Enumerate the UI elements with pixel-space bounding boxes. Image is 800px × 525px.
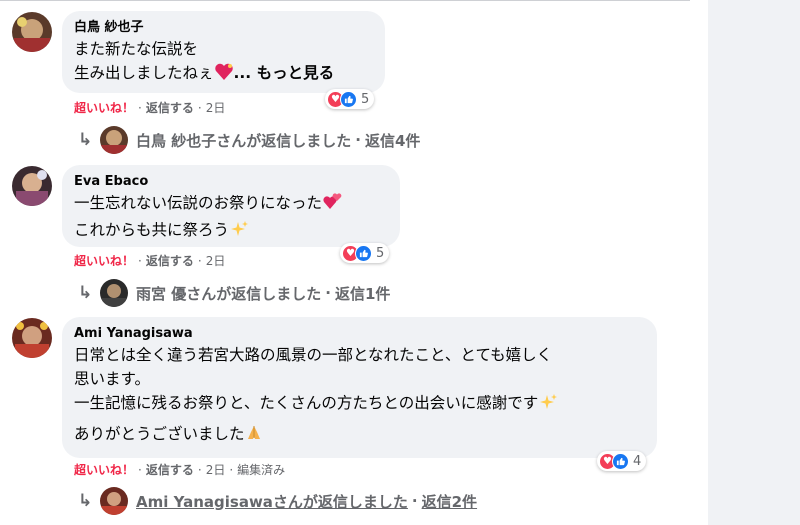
comment-text-line: 思います。 [74, 370, 150, 388]
reply-summary-text[interactable]: Ami Yanagisawaさんが返信しました [136, 491, 408, 512]
two-hearts-icon [322, 193, 342, 218]
sparkling-heart-icon [214, 63, 234, 88]
comment-bubble: Eva Ebaco 一生忘れない伝説のお祭りになった これからも共に祭ろう [62, 165, 400, 247]
reply-button[interactable]: 返信する [146, 462, 194, 478]
comment-actions: 超いいね！ · 返信する · 2日 [74, 100, 226, 116]
reaction-count: 4 [633, 453, 642, 469]
reply-summary[interactable]: ↳ 雨宮 優さんが返信しました · 返信1件 [78, 279, 390, 307]
super-like-button[interactable]: 超いいね！ [74, 462, 134, 478]
comment-author[interactable]: Eva Ebaco [74, 173, 388, 191]
avatar[interactable] [12, 166, 52, 206]
avatar [100, 279, 128, 307]
comment-text-line: また新たな伝説を [74, 40, 199, 58]
comment-text-line: 日常とは全く違う若宮大路の風景の一部となれたこと、とても嬉しく [74, 346, 553, 364]
avatar[interactable] [12, 12, 52, 52]
edited-label: 編集済み [237, 463, 286, 477]
reply-summary[interactable]: ↳ Ami Yanagisawaさんが返信しました · 返信2件 [78, 487, 477, 515]
avatar [100, 487, 128, 515]
super-like-button[interactable]: 超いいね！ [74, 253, 134, 269]
comment-text-line: 一生忘れない伝説のお祭りになった [74, 194, 323, 212]
like-reaction-icon [340, 90, 357, 108]
see-more-link[interactable]: ... もっと見る [234, 64, 335, 82]
reply-count[interactable]: 返信4件 [365, 130, 420, 151]
super-like-button[interactable]: 超いいね！ [74, 100, 134, 116]
reply-summary-text[interactable]: 白鳥 紗也子さんが返信しました [136, 130, 351, 151]
reply-arrow-icon: ↳ [78, 491, 93, 511]
reply-arrow-icon: ↳ [78, 283, 93, 303]
comment-actions: 超いいね！ · 返信する · 2日 [74, 253, 226, 269]
comment-time[interactable]: 2日 [206, 100, 226, 116]
folded-hands-icon [245, 424, 263, 449]
comment-text-line: ありがとうございました [74, 425, 245, 443]
comment-actions: 超いいね！ · 返信する · 2日 · 編集済み [74, 462, 286, 478]
reaction-summary[interactable]: ♥ 5 [340, 243, 390, 263]
like-reaction-icon [612, 452, 629, 470]
reply-button[interactable]: 返信する [146, 100, 194, 116]
sparkles-icon [229, 220, 249, 245]
avatar[interactable] [12, 318, 52, 358]
comment-bubble: 白鳥 紗也子 また新たな伝説を 生み出しましたねぇ ... もっと見る [62, 11, 385, 93]
comment-text-line: 一生記憶に残るお祭りと、たくさんの方たちとの出会いに感謝です [74, 394, 539, 412]
right-side-panel [708, 0, 800, 525]
reply-count[interactable]: 返信2件 [422, 491, 477, 512]
comment-text-line: これからも共に祭ろう [74, 221, 230, 239]
top-divider [0, 0, 690, 1]
reaction-count: 5 [376, 245, 385, 261]
comment-text-line: 生み出しましたねぇ [74, 64, 214, 82]
comment-author[interactable]: 白鳥 紗也子 [74, 19, 373, 37]
reply-summary-text[interactable]: 雨宮 優さんが返信しました [136, 283, 321, 304]
avatar [100, 126, 128, 154]
reply-arrow-icon: ↳ [78, 130, 93, 150]
reply-count[interactable]: 返信1件 [335, 283, 390, 304]
comment-time[interactable]: 2日 [206, 253, 226, 269]
comment-bubble: Ami Yanagisawa 日常とは全く違う若宮大路の風景の一部となれたこと、… [62, 317, 657, 458]
comment-time[interactable]: 2日 [206, 462, 226, 478]
reaction-count: 5 [361, 91, 370, 107]
reply-summary[interactable]: ↳ 白鳥 紗也子さんが返信しました · 返信4件 [78, 126, 420, 154]
reaction-summary[interactable]: ♥ 4 [597, 451, 647, 471]
comment-author[interactable]: Ami Yanagisawa [74, 325, 645, 343]
reaction-summary[interactable]: ♥ 5 [325, 89, 375, 109]
sparkles-icon [538, 393, 558, 418]
reply-button[interactable]: 返信する [146, 253, 194, 269]
like-reaction-icon [355, 244, 372, 262]
